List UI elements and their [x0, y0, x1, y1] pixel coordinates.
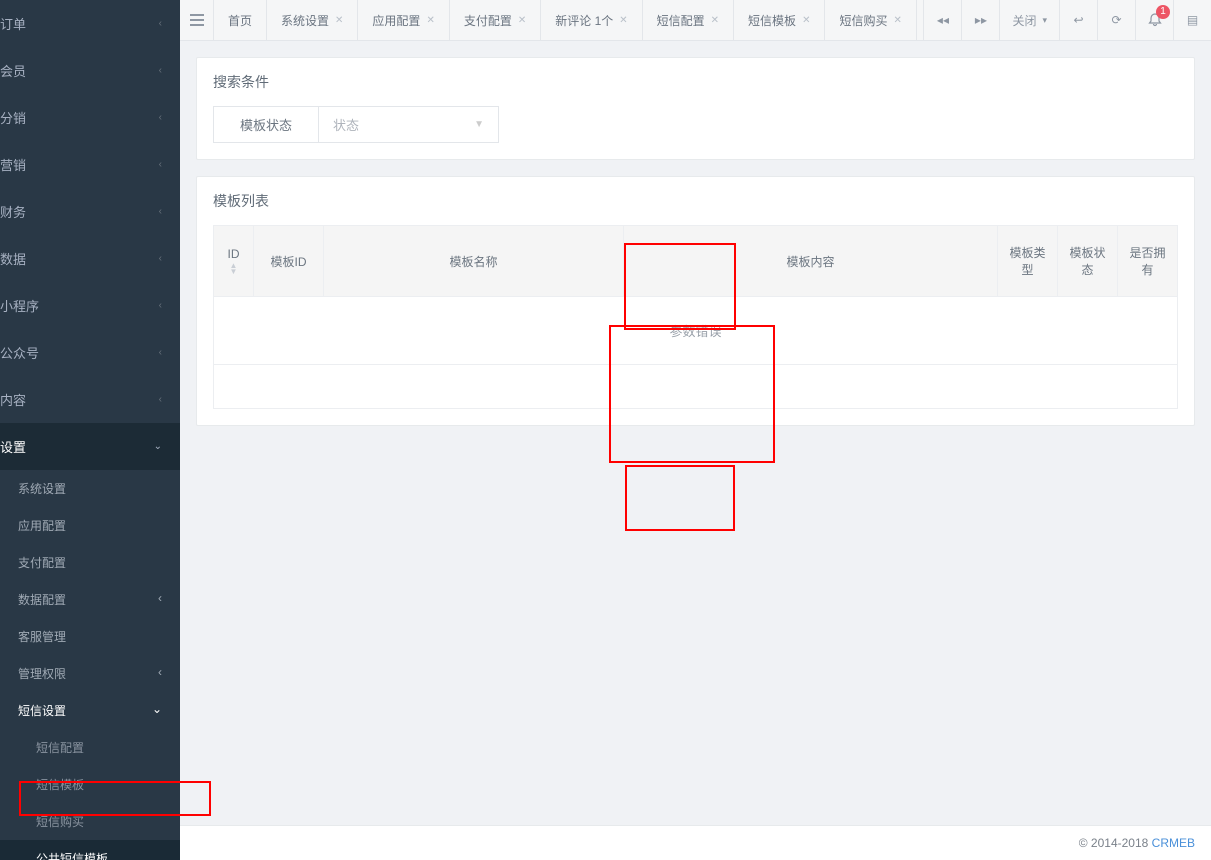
sidebar-sms-template[interactable]: 短信模板 [0, 766, 180, 803]
table-empty-row: 参数错误 [214, 297, 1178, 365]
tabs-next-button[interactable]: ▸▸ [961, 0, 999, 40]
close-icon[interactable]: ✕ [426, 15, 434, 26]
status-select[interactable]: 状态 ▼ [319, 106, 499, 143]
tab-app[interactable]: 应用配置✕ [358, 0, 449, 40]
sidebar-sub-sms[interactable]: 短信设置⌄ [0, 692, 180, 729]
topbar: 首页 系统设置✕ 应用配置✕ 支付配置✕ 新评论 1个✕ 短信配置✕ 短信模板✕… [180, 0, 1211, 41]
caret-down-icon: ▾ [1042, 15, 1047, 26]
chevron-left-icon: ‹ [159, 206, 162, 217]
tab-sms-buy[interactable]: 短信购买✕ [825, 0, 916, 40]
sidebar-item-content[interactable]: 内容‹ [0, 376, 180, 423]
col-owned: 是否拥有 [1118, 226, 1178, 297]
footer: © 2014-2018 CRMEB [180, 825, 1211, 860]
chevron-down-icon: ⌄ [154, 441, 162, 452]
chevron-left-icon: ‹ [159, 347, 162, 358]
col-tpl-id: 模板ID [254, 226, 324, 297]
chevron-left-icon: ‹ [159, 65, 162, 76]
sidebar-item-data[interactable]: 数据‹ [0, 235, 180, 282]
sidebar-sms-config[interactable]: 短信配置 [0, 729, 180, 766]
filter-label: 模板状态 [213, 106, 319, 143]
panel-button[interactable]: ▤ [1173, 0, 1211, 40]
sidebar-sub-system[interactable]: 系统设置 [0, 470, 180, 507]
chevron-left-icon: ‹ [159, 394, 162, 405]
sort-icon: ▲▼ [220, 263, 247, 275]
sidebar-item-miniapp[interactable]: 小程序‹ [0, 282, 180, 329]
tab-sms-template[interactable]: 短信模板✕ [734, 0, 825, 40]
chevron-left-icon: ‹ [159, 159, 162, 170]
chevron-left-icon: ‹ [159, 18, 162, 29]
double-left-icon: ◂◂ [937, 13, 949, 27]
col-tpl-status: 模板状态 [1058, 226, 1118, 297]
sidebar: 订单‹ 会员‹ 分销‹ 营销‹ 财务‹ 数据‹ 小程序‹ 公众号‹ 内容‹ 设置… [0, 0, 180, 860]
undo-icon: ↩ [1073, 13, 1083, 27]
panel-icon: ▤ [1187, 13, 1198, 27]
tabs-prev-button[interactable]: ◂◂ [923, 0, 961, 40]
sidebar-item-distribution[interactable]: 分销‹ [0, 94, 180, 141]
content: 搜索条件 模板状态 状态 ▼ 模板列表 [180, 41, 1211, 860]
list-panel-title: 模板列表 [197, 177, 1194, 225]
sidebar-sms-buy[interactable]: 短信购买 [0, 803, 180, 840]
close-icon[interactable]: ✕ [711, 15, 719, 26]
list-panel: 模板列表 ID▲▼ 模板ID 模板名称 模板内容 模板类型 模板状态 是否拥有 [196, 176, 1195, 426]
refresh-button[interactable]: ⟳ [1097, 0, 1135, 40]
main: 首页 系统设置✕ 应用配置✕ 支付配置✕ 新评论 1个✕ 短信配置✕ 短信模板✕… [180, 0, 1211, 860]
notification-badge: 1 [1156, 5, 1170, 19]
table-row [214, 365, 1178, 409]
chevron-left-icon: ‹ [159, 253, 162, 264]
menu-icon [190, 14, 204, 26]
close-icon[interactable]: ✕ [518, 15, 526, 26]
sidebar-item-settings[interactable]: 设置⌄ [0, 423, 180, 470]
undo-button[interactable]: ↩ [1059, 0, 1097, 40]
close-icon[interactable]: ✕ [619, 15, 627, 26]
close-icon[interactable]: ✕ [893, 15, 901, 26]
double-right-icon: ▸▸ [975, 13, 987, 27]
footer-link[interactable]: CRMEB [1152, 836, 1195, 850]
tabs: 首页 系统设置✕ 应用配置✕ 支付配置✕ 新评论 1个✕ 短信配置✕ 短信模板✕… [214, 0, 923, 40]
col-tpl-name: 模板名称 [324, 226, 624, 297]
sidebar-item-member[interactable]: 会员‹ [0, 47, 180, 94]
sidebar-sub-pay[interactable]: 支付配置 [0, 544, 180, 581]
sidebar-sub-app[interactable]: 应用配置 [0, 507, 180, 544]
chevron-left-icon: ‹ [159, 300, 162, 311]
chevron-left-icon: ‹ [158, 665, 162, 682]
close-icon[interactable]: ✕ [802, 15, 810, 26]
col-id[interactable]: ID▲▼ [214, 226, 254, 297]
sidebar-item-finance[interactable]: 财务‹ [0, 188, 180, 235]
col-tpl-type: 模板类型 [998, 226, 1058, 297]
tab-home[interactable]: 首页 [214, 0, 267, 40]
template-table: ID▲▼ 模板ID 模板名称 模板内容 模板类型 模板状态 是否拥有 [213, 225, 1178, 409]
chevron-left-icon: ‹ [158, 591, 162, 608]
sidebar-sub-perm[interactable]: 管理权限‹ [0, 655, 180, 692]
close-icon[interactable]: ✕ [335, 15, 343, 26]
tab-system[interactable]: 系统设置✕ [267, 0, 358, 40]
chevron-down-icon: ⌄ [152, 702, 162, 719]
menu-toggle-button[interactable] [180, 0, 214, 40]
top-actions: ◂◂ ▸▸ 关闭▾ ↩ ⟳ 1 ▤ [923, 0, 1211, 40]
refresh-icon: ⟳ [1111, 13, 1121, 27]
sidebar-sms-public[interactable]: 公共短信模板 [0, 840, 180, 860]
close-dropdown[interactable]: 关闭▾ [999, 0, 1059, 40]
sidebar-item-wechat[interactable]: 公众号‹ [0, 329, 180, 376]
search-panel-title: 搜索条件 [197, 58, 1194, 106]
sidebar-sub-dataconf[interactable]: 数据配置‹ [0, 581, 180, 618]
select-placeholder: 状态 [333, 115, 359, 134]
sidebar-item-marketing[interactable]: 营销‹ [0, 141, 180, 188]
sidebar-sub-cs[interactable]: 客服管理 [0, 618, 180, 655]
tab-pay[interactable]: 支付配置✕ [450, 0, 541, 40]
tab-reviews[interactable]: 新评论 1个✕ [541, 0, 642, 40]
sidebar-item-order[interactable]: 订单‹ [0, 0, 180, 47]
search-panel: 搜索条件 模板状态 状态 ▼ [196, 57, 1195, 160]
dropdown-icon: ▼ [474, 119, 484, 130]
tab-sms-config[interactable]: 短信配置✕ [643, 0, 734, 40]
col-tpl-content: 模板内容 [624, 226, 998, 297]
notifications-button[interactable]: 1 [1135, 0, 1173, 40]
chevron-left-icon: ‹ [159, 112, 162, 123]
footer-text: © 2014-2018 [1079, 836, 1152, 850]
empty-message: 参数错误 [214, 297, 1178, 365]
